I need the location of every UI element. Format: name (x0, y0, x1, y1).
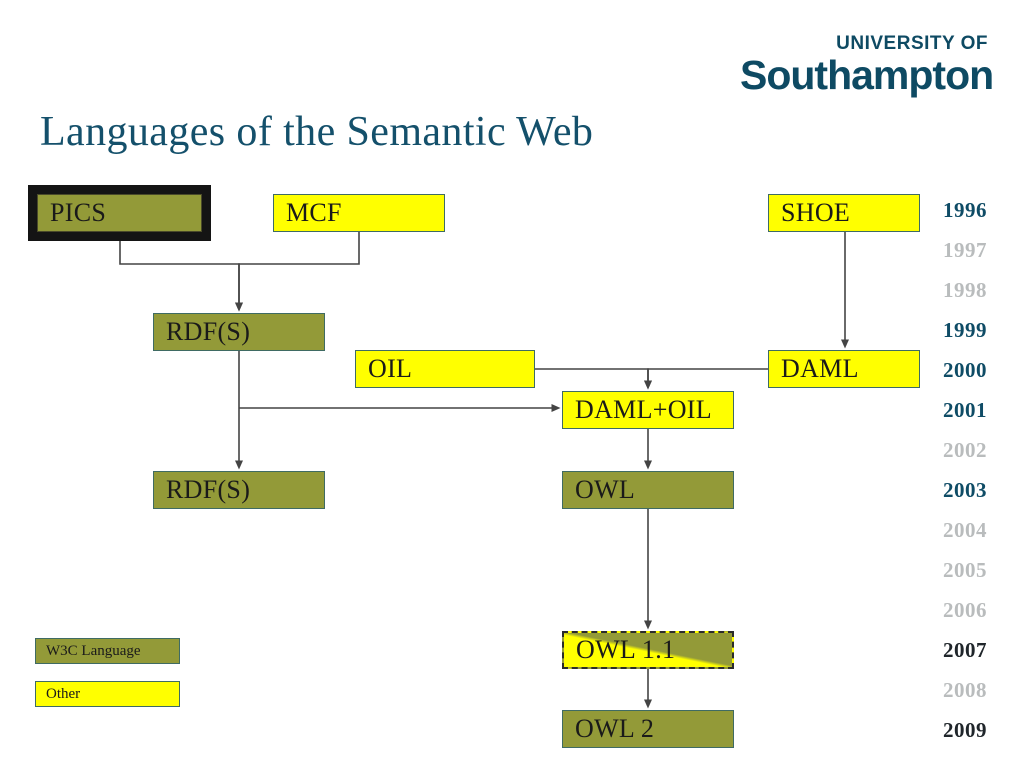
node-label: DAML (781, 354, 859, 383)
node-label: RDF(S) (166, 317, 251, 346)
year-label-2009: 2009 (943, 718, 987, 742)
node-owl11[interactable]: OWL 1.1 (562, 631, 734, 669)
node-rdfs-top[interactable]: RDF(S) (153, 313, 325, 351)
edge-mcf-to-rdfs-top (235, 232, 360, 312)
year-label-2004: 2004 (943, 518, 987, 542)
year-label-2001: 2001 (943, 398, 987, 422)
edge-daml-to-damloil (644, 368, 768, 390)
node-damloil[interactable]: DAML+OIL (562, 391, 734, 429)
year-label-1996: 1996 (943, 198, 987, 222)
year-label-1998: 1998 (943, 278, 987, 302)
node-owl2[interactable]: OWL 2 (562, 710, 734, 748)
node-label: MCF (286, 198, 342, 227)
node-label: SHOE (781, 198, 851, 227)
node-label: OWL 1.1 (576, 635, 676, 664)
node-label: OWL (575, 475, 636, 504)
year-label-1999: 1999 (943, 318, 987, 342)
node-oil[interactable]: OIL (355, 350, 535, 388)
node-shoe[interactable]: SHOE (768, 194, 920, 232)
year-label-2008: 2008 (943, 678, 987, 702)
year-label-2007: 2007 (943, 638, 987, 662)
edge-pics-to-rdfs-top (119, 232, 243, 312)
edge-oil-to-damloil (535, 368, 652, 390)
year-label-2000: 2000 (943, 358, 987, 382)
year-label-2003: 2003 (943, 478, 987, 502)
year-label-2002: 2002 (943, 438, 987, 462)
node-label: OIL (368, 354, 413, 383)
node-label: PICS (50, 198, 107, 227)
node-label: RDF(S) (166, 475, 251, 504)
legend-other: Other (35, 681, 180, 707)
node-pics[interactable]: PICS (28, 185, 211, 241)
year-label-2006: 2006 (943, 598, 987, 622)
year-label-1997: 1997 (943, 238, 987, 262)
node-daml[interactable]: DAML (768, 350, 920, 388)
node-owl[interactable]: OWL (562, 471, 734, 509)
legend-label: W3C Language (46, 642, 141, 659)
legend-w3c: W3C Language (35, 638, 180, 664)
node-label: OWL 2 (575, 714, 655, 743)
slide-canvas: UNIVERSITY OF Southampton Languages of t… (0, 0, 1024, 768)
node-mcf[interactable]: MCF (273, 194, 445, 232)
node-label: DAML+OIL (575, 395, 712, 424)
node-rdfs-bot[interactable]: RDF(S) (153, 471, 325, 509)
year-label-2005: 2005 (943, 558, 987, 582)
legend-label: Other (46, 685, 81, 702)
